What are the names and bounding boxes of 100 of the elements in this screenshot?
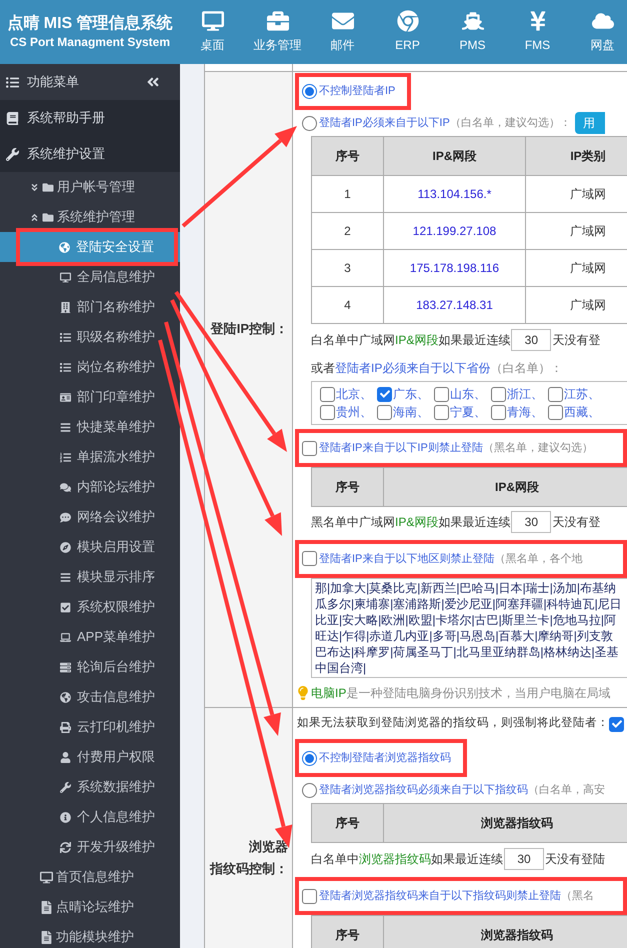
checkbox[interactable] [302,440,317,456]
highlight-frame: 登陆安全设置 [16,228,178,266]
compass-icon [60,542,71,552]
checkbox[interactable] [377,404,392,420]
nav-item[interactable]: FMS [505,0,570,64]
briefcase-icon [266,10,288,32]
menu-item[interactable]: 模块启用设置 [0,532,180,562]
radio-button[interactable] [302,84,317,100]
province-label: 海南、 [393,404,429,422]
table-cell: 广域网 [526,287,627,324]
collapse-icon[interactable] [146,75,160,89]
table-cell: 175.178.198.116 [384,250,526,286]
menu-item[interactable]: 系统权限维护 [0,592,180,622]
checkbox[interactable] [377,386,392,402]
menu-item[interactable]: 职级名称维护 [0,322,180,352]
menu-item[interactable]: 系统帮助手册 [0,100,180,136]
list-icon [6,76,19,88]
province-label: 贵州、 [336,404,372,422]
table-cell: 广域网 [526,176,627,212]
menu-item[interactable]: 部门名称维护 [0,292,180,322]
table-cell: 183.27.148.31 [384,287,526,324]
checkbox[interactable] [320,386,335,402]
threshold-text: 天没有登 [552,332,600,350]
refresh-icon [60,842,71,852]
monitor-icon [202,10,224,32]
table-cell: 2 [312,213,384,250]
menu-item[interactable]: 功能模块维护 [0,922,180,948]
menu-item[interactable]: 系统数据维护 [0,772,180,802]
menu-item[interactable]: 用户帐号管理 [0,172,180,202]
table-cell: 广域网 [526,213,627,250]
lines-icon [60,422,71,432]
checkbox[interactable] [548,386,563,402]
menu-item[interactable]: 个人信息维护 [0,802,180,832]
globe-icon [59,242,70,252]
menu-item[interactable]: 网络会议维护 [0,502,180,532]
menu-item[interactable]: 付费用户权限 [0,742,180,772]
menu-item[interactable]: 岗位名称维护 [0,352,180,382]
menu-item[interactable]: 单据流水维护 [0,442,180,472]
globe-icon [60,692,71,702]
document-icon [40,900,53,914]
server-icon [60,662,71,672]
monitor-icon [40,870,53,884]
province-label: 广东、 [393,386,429,404]
chevron-down-icon [30,182,39,192]
menu-item[interactable]: APP菜单维护 [0,622,180,652]
checkbox[interactable] [609,716,624,732]
menu-item[interactable]: 云打印机维护 [0,712,180,742]
checkbox[interactable] [302,888,317,904]
row-label: 浏览器 [249,838,288,856]
folder-icon [42,212,54,222]
days-field[interactable]: 30 [504,848,544,870]
speech-bubbles-icon [60,482,71,492]
menu-item[interactable]: 攻击信息维护 [0,682,180,712]
check-icon [612,719,622,729]
column-header: IP&网段 [384,137,526,176]
checkbox[interactable] [434,404,449,420]
column-header: IP&网段 [384,468,627,506]
option-label: 登陆者IP必须来自于以下IP（白名单，建议勾选）： [319,117,571,130]
nav-item[interactable]: 业务管理 [245,0,310,64]
menu-item[interactable]: 部门印章维护 [0,382,180,412]
radio-button[interactable] [302,116,317,131]
menu-item[interactable]: 首页信息维护 [0,862,180,892]
option-label: 登陆者IP来自于以下地区则禁止登陆（黑名单，各个地 [319,552,582,565]
days-field[interactable]: 30 [511,329,552,352]
column-header: 序号 [312,468,384,506]
checkbox[interactable] [302,551,317,566]
region-list-line: 比亚|安大略|欧洲|欧盟|卡塔尔|古巴|斯里兰卡|危地马拉|阿 [315,612,616,628]
column-header: IP类别 [526,137,627,176]
days-field[interactable]: 30 [511,511,552,534]
radio-button[interactable] [302,782,317,798]
nav-item[interactable]: PMS [440,0,505,64]
radio-button[interactable] [302,750,317,766]
checkbox[interactable] [491,386,506,402]
nav-item[interactable]: 桌面 [180,0,245,64]
checkbox[interactable] [548,404,563,420]
region-list-line: 瓜多尔|柬埔寨|塞浦路斯|爱沙尼亚|阿塞拜疆|科特迪瓦|尼日 [315,596,622,612]
nav-item[interactable]: 网盘 [570,0,627,64]
user-icon [60,752,71,762]
folder-icon [42,182,54,192]
menu-item[interactable]: 模块显示排序 [0,562,180,592]
monitor-icon [60,272,71,282]
menu-item[interactable]: 开发升级维护 [0,832,180,862]
nav-item[interactable]: 邮件 [310,0,375,64]
menu-item[interactable]: 轮询后台维护 [0,652,180,682]
instruction-text: 或者登陆者IP必须来自于以下省份（白名单）： [311,360,562,377]
list-icon [60,362,71,372]
wrench-icon [6,148,19,160]
laptop-icon [60,632,71,642]
table-cell: 广域网 [526,250,627,286]
nav-item[interactable]: ERP [375,0,440,64]
region-list-line: 旺达|乍得|赤道几内亚|多哥|马恩岛|百慕大|摩纳哥|列支敦 [315,628,613,644]
option-label: 登陆者浏览器指纹码来自于以下指纹码则禁止登陆（黑名 [319,890,594,902]
checkbox[interactable] [434,386,449,402]
menu-item[interactable]: 快捷菜单维护 [0,412,180,442]
checkbox[interactable] [491,404,506,420]
chevron-up-icon [30,212,39,222]
menu-item[interactable]: 系统维护设置 [0,136,180,172]
menu-item[interactable]: 内部论坛维护 [0,472,180,502]
checkbox[interactable] [320,404,335,420]
menu-item[interactable]: 点晴论坛维护 [0,892,180,922]
